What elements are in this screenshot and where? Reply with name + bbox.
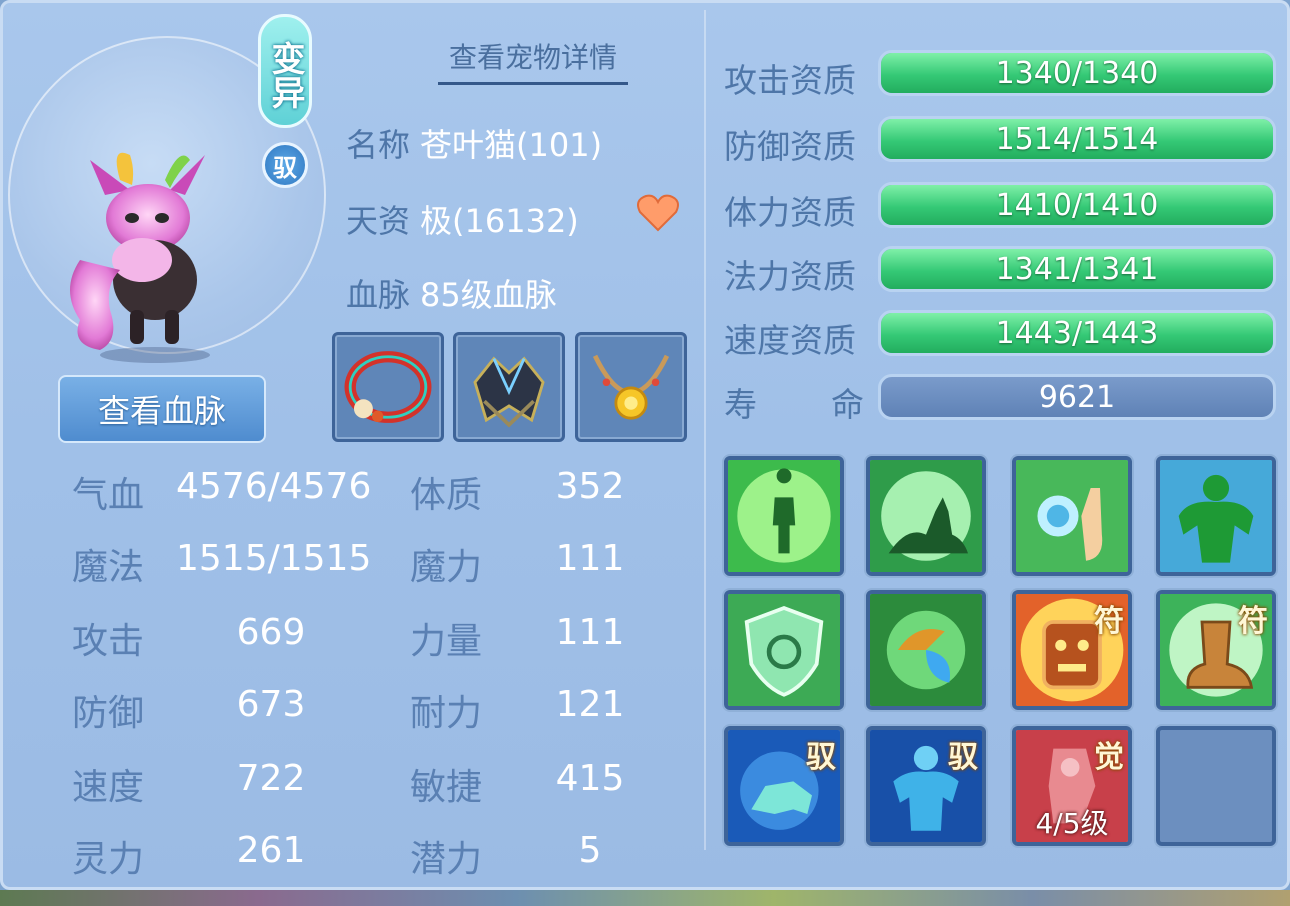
skill-tag: 符 [1094, 604, 1124, 639]
pet-name-row: 名称 苍叶猫(101) [346, 120, 602, 166]
skill-slot[interactable]: 符 [1012, 590, 1132, 710]
armor-icon [473, 356, 545, 428]
aptitude-value: 1410/1410 [995, 187, 1159, 223]
skill-slot[interactable]: 驭 [724, 726, 844, 846]
lifespan-label: 寿 命 [724, 378, 864, 426]
stat-label: 灵力 [72, 839, 145, 880]
ride-badge: 驭 [262, 142, 308, 188]
equipment-slot-2[interactable] [453, 332, 565, 442]
lifespan-label-2: 命 [831, 385, 864, 424]
mutation-badge: 变异 [258, 14, 312, 128]
aptitude-bar: 1443/1443 [878, 310, 1276, 356]
equipment-slot-1[interactable] [332, 332, 444, 442]
pet-bloodline-label: 血脉 [346, 276, 411, 314]
aptitude-label: 法力资质 [724, 257, 856, 296]
stat-value: 121 [555, 684, 625, 725]
aptitude-bar: 1341/1341 [878, 246, 1276, 292]
stat-value: 669 [236, 612, 306, 653]
stat-label: 耐力 [410, 693, 483, 734]
stat-value: 111 [555, 538, 625, 579]
lifespan-bar: 9621 [878, 374, 1276, 420]
stat-label: 攻击 [72, 621, 145, 662]
skill-slot[interactable] [1012, 456, 1132, 576]
aptitude-value: 1341/1341 [995, 251, 1159, 287]
skill-slot[interactable]: 觉 4/5级 [1012, 726, 1132, 846]
view-bloodline-button[interactable]: 查看血脉 [58, 375, 266, 443]
stat-value: 4576/4576 [176, 466, 372, 507]
stat-label: 潜力 [410, 839, 483, 880]
skill-level: 4/5级 [1035, 807, 1109, 840]
stat-value: 5 [578, 830, 602, 871]
aptitude-value: 1443/1443 [995, 315, 1159, 351]
silhouette-aura-icon [728, 460, 840, 572]
skill-slot[interactable] [866, 590, 986, 710]
skill-tag: 驭 [806, 740, 836, 775]
skill-tag: 驭 [948, 740, 978, 775]
aptitude-label: 攻击资质 [724, 61, 856, 100]
water-hand-icon [1016, 460, 1128, 572]
background-strip [0, 890, 1290, 906]
stat-value: 1515/1515 [176, 538, 372, 579]
aptitude-bar: 1340/1340 [878, 50, 1276, 96]
view-pet-details-link[interactable]: 查看宠物详情 [438, 36, 628, 85]
stat-label: 魔法 [72, 547, 145, 588]
elements-orb-icon [870, 594, 982, 706]
pet-aptitude-label: 天资 [346, 202, 411, 240]
aptitude-bar: 1514/1514 [878, 116, 1276, 162]
stat-value: 352 [555, 466, 625, 507]
stat-label: 体质 [410, 475, 483, 516]
stat-label: 气血 [72, 475, 145, 516]
stat-label: 速度 [72, 767, 145, 808]
pet-aptitude-row: 天资 极(16132) [346, 196, 579, 242]
stat-value: 415 [555, 758, 625, 799]
shield-icon [728, 594, 840, 706]
aptitude-value: 1340/1340 [995, 55, 1159, 91]
stat-label: 力量 [410, 621, 483, 662]
pet-model-image[interactable] [60, 140, 230, 370]
skill-slot[interactable] [724, 456, 844, 576]
stat-label: 防御 [72, 693, 145, 734]
aptitude-label: 防御资质 [724, 127, 856, 166]
skill-slot[interactable]: 符 [1156, 590, 1276, 710]
skill-slot[interactable] [866, 456, 986, 576]
skill-tag: 觉 [1094, 740, 1124, 775]
stat-label: 敏捷 [410, 767, 483, 808]
skill-slot-empty[interactable] [1156, 726, 1276, 846]
skill-tag: 符 [1238, 604, 1268, 639]
panel-divider [704, 10, 706, 850]
pet-aptitude-value: 极(16132) [420, 202, 579, 240]
equipment-slot-3[interactable] [575, 332, 687, 442]
stat-value: 722 [236, 758, 306, 799]
stat-value: 673 [236, 684, 306, 725]
lifespan-label-1: 寿 [724, 385, 757, 424]
stat-value: 261 [236, 830, 306, 871]
aptitude-label: 体力资质 [724, 193, 856, 232]
stat-label: 魔力 [410, 547, 483, 588]
pet-name-value: 苍叶猫(101) [420, 126, 603, 164]
collar-icon [344, 351, 432, 423]
lifespan-value: 9621 [1038, 379, 1116, 415]
aptitude-bar: 1410/1410 [878, 182, 1276, 228]
pet-bloodline-row: 血脉 85级血脉 [346, 270, 557, 316]
heart-icon[interactable] [636, 192, 680, 232]
skill-slot[interactable] [1156, 456, 1276, 576]
pet-name-label: 名称 [346, 126, 411, 164]
green-muscle-icon [1160, 460, 1272, 572]
pet-bloodline-value: 85级血脉 [420, 276, 557, 314]
stat-value: 111 [555, 612, 625, 653]
aptitude-label: 速度资质 [724, 321, 856, 360]
centaur-icon [870, 460, 982, 572]
necklace-icon [592, 354, 670, 420]
skill-slot[interactable]: 驭 [866, 726, 986, 846]
skill-slot[interactable] [724, 590, 844, 710]
aptitude-value: 1514/1514 [995, 121, 1159, 157]
